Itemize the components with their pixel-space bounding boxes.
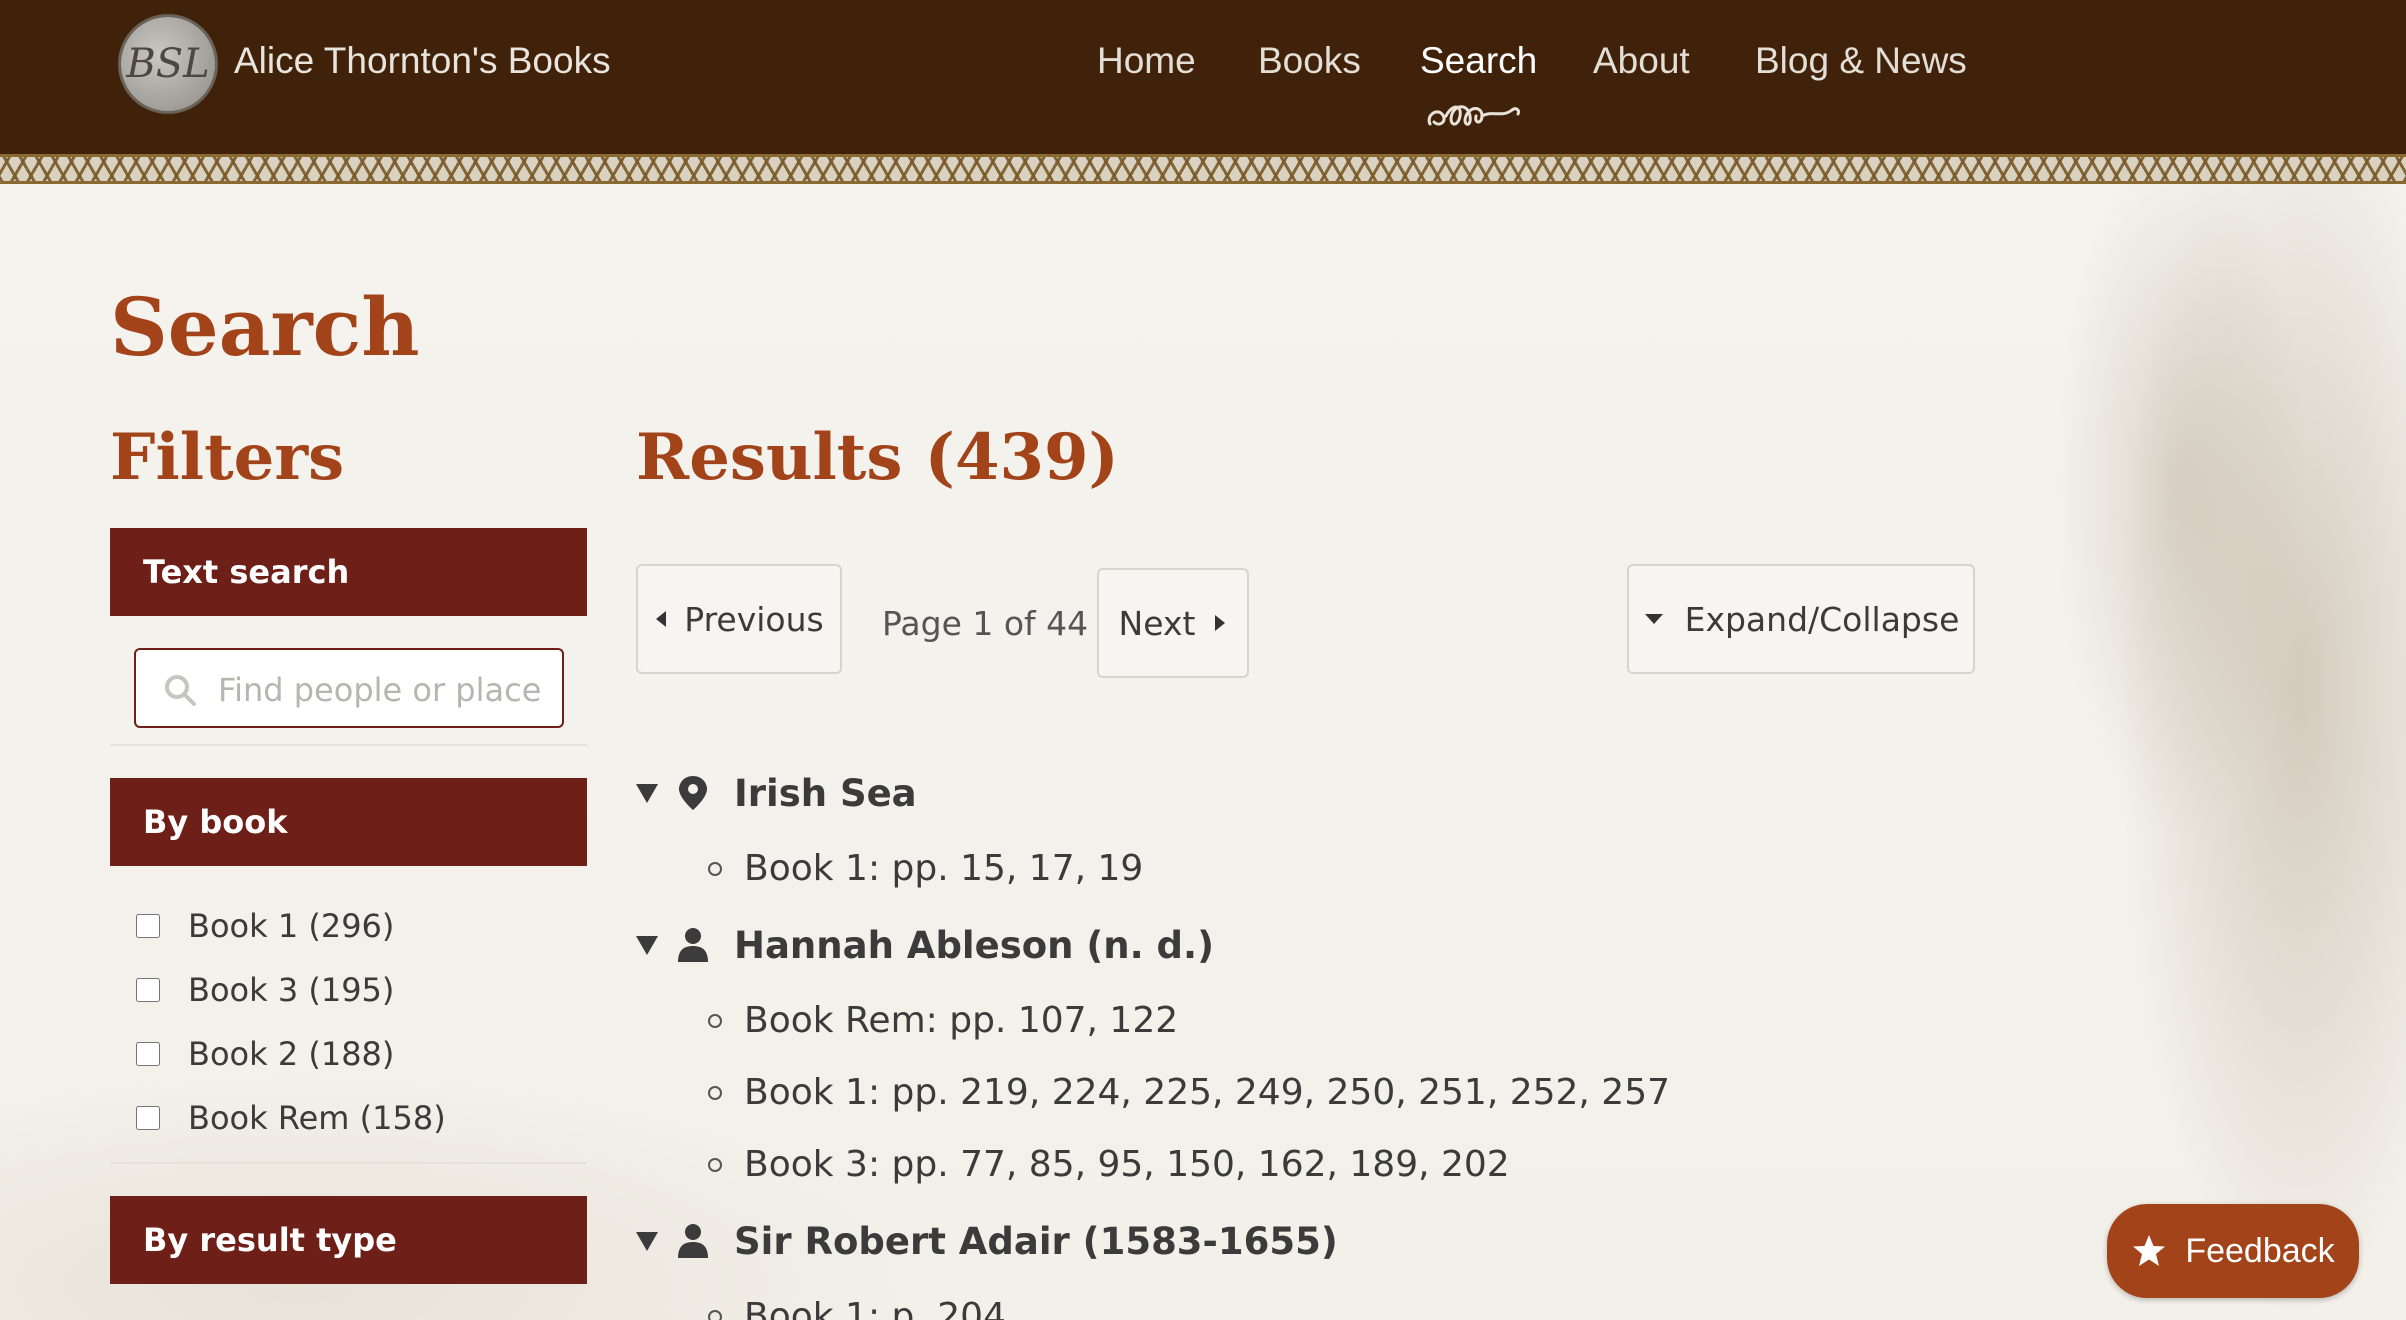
result-entry-toggle[interactable]: Sir Robert Adair (1583-1655) [634, 1216, 1338, 1266]
decorative-border [0, 154, 2406, 184]
divider [110, 744, 587, 746]
nav-search[interactable]: Search [1420, 40, 1537, 82]
result-name[interactable]: Hannah Ableson (n. d.) [734, 924, 1214, 967]
site-header: BSL Alice Thornton's Books Home Books Se… [0, 0, 2406, 154]
result-reference[interactable]: Book 3: pp. 77, 85, 95, 150, 162, 189, 2… [708, 1144, 1510, 1185]
book-filter-option[interactable]: Book 2 (188) [136, 1034, 394, 1074]
book-filter-option[interactable]: Book Rem (158) [136, 1098, 446, 1138]
result-reference[interactable]: Book 1: pp. 219, 224, 225, 249, 250, 251… [708, 1072, 1670, 1113]
book-filter-label: Book 2 (188) [188, 1035, 395, 1073]
result-name[interactable]: Irish Sea [734, 772, 917, 815]
book-2-checkbox[interactable] [136, 1042, 160, 1066]
list-bullet [708, 861, 722, 876]
reference-text[interactable]: Book 1: pp. 15, 17, 19 [744, 848, 1143, 889]
book-3-checkbox[interactable] [136, 978, 160, 1002]
main-nav: Home Books Search About Blog & News [0, 40, 2406, 100]
expand-collapse-label: Expand/Collapse [1684, 599, 1960, 639]
by-result-type-header[interactable]: By result type [110, 1196, 587, 1284]
result-reference[interactable]: Book 1: pp. 15, 17, 19 [708, 848, 1143, 889]
disclosure-triangle-icon [636, 936, 658, 955]
list-bullet [708, 1309, 722, 1320]
search-icon [165, 675, 196, 706]
disclosure-triangle-icon [636, 784, 658, 803]
book-filter-label: Book Rem (158) [188, 1099, 446, 1137]
next-button[interactable]: Next [1097, 568, 1249, 678]
book-1-checkbox[interactable] [136, 914, 160, 938]
caret-left-icon [656, 611, 667, 627]
person-icon [678, 1224, 708, 1258]
book-filter-label: Book 1 (296) [188, 907, 395, 945]
filters-heading: Filters [110, 420, 345, 495]
reference-text[interactable]: Book 3: pp. 77, 85, 95, 150, 162, 189, 2… [744, 1144, 1510, 1185]
list-bullet [708, 1013, 722, 1028]
by-book-header[interactable]: By book [110, 778, 587, 866]
page-title: Search [110, 280, 420, 374]
previous-button[interactable]: Previous [636, 564, 842, 674]
nav-about[interactable]: About [1593, 40, 1690, 82]
reference-text[interactable]: Book 1: pp. 219, 224, 225, 249, 250, 251… [744, 1072, 1670, 1113]
result-entry-toggle[interactable]: Irish Sea [634, 768, 917, 818]
divider [110, 1162, 587, 1164]
book-rem-checkbox[interactable] [136, 1106, 160, 1130]
result-reference[interactable]: Book Rem: pp. 107, 122 [708, 1000, 1178, 1041]
search-input[interactable] [218, 662, 548, 718]
text-search-header[interactable]: Text search [110, 528, 587, 616]
result-name[interactable]: Sir Robert Adair (1583-1655) [734, 1220, 1338, 1263]
reference-text[interactable]: Book Rem: pp. 107, 122 [744, 1000, 1178, 1041]
book-filter-option[interactable]: Book 3 (195) [136, 970, 394, 1010]
result-entry-toggle[interactable]: Hannah Ableson (n. d.) [634, 920, 1214, 970]
book-filter-option[interactable]: Book 1 (296) [136, 906, 394, 946]
nav-home[interactable]: Home [1097, 40, 1196, 82]
nav-blog-news[interactable]: Blog & News [1755, 40, 1967, 82]
reference-text[interactable]: Book 1: p. 204 [744, 1296, 1006, 1320]
star-icon [2133, 1235, 2166, 1266]
disclosure-triangle-icon [636, 1232, 658, 1251]
person-icon [678, 928, 708, 962]
caret-right-icon [1215, 615, 1226, 631]
result-reference[interactable]: Book 1: p. 204 [708, 1296, 1006, 1320]
expand-collapse-button[interactable]: Expand/Collapse [1627, 564, 1975, 674]
list-bullet [708, 1085, 722, 1100]
caret-down-icon [1644, 614, 1663, 624]
next-label: Next [1118, 603, 1196, 643]
feedback-button[interactable]: Feedback [2107, 1204, 2359, 1298]
previous-label: Previous [684, 599, 824, 639]
search-field[interactable] [134, 648, 564, 728]
list-bullet [708, 1157, 722, 1172]
page-indicator: Page 1 of 44 [882, 604, 1089, 643]
book-filter-label: Book 3 (195) [188, 971, 395, 1009]
map-pin-icon [679, 776, 707, 810]
results-heading: Results (439) [636, 420, 1119, 495]
nav-books[interactable]: Books [1258, 40, 1361, 82]
feedback-label: Feedback [2185, 1231, 2335, 1270]
active-nav-flourish-icon [1427, 105, 1520, 126]
